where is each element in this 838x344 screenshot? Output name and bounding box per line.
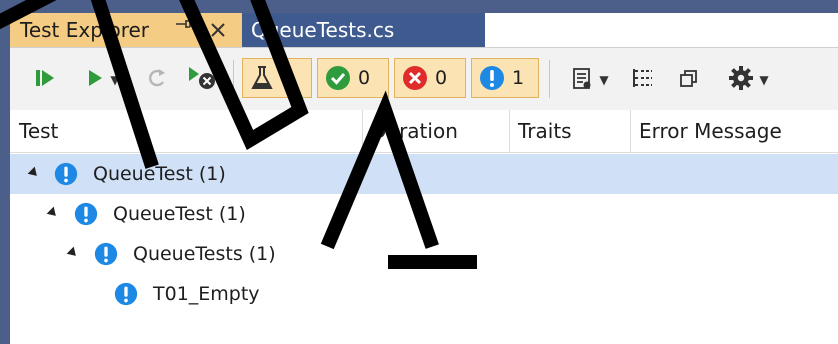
run-button[interactable]: ▼ (72, 48, 132, 111)
failed-tests-counter[interactable]: 0 (394, 58, 466, 98)
run-cancel-icon (186, 63, 218, 97)
tree-item-label: QueueTests (1) (133, 243, 276, 265)
not-run-tests-count: 1 (512, 67, 525, 89)
tab-test-explorer[interactable]: Test Explorer (10, 13, 242, 48)
tree-item[interactable]: QueueTests (1) (10, 234, 838, 274)
column-header-row: Test Duration Traits Error Message (10, 110, 838, 153)
expand-arrow-icon[interactable] (46, 206, 60, 220)
pin-icon[interactable] (174, 15, 192, 38)
collapse-all-button[interactable] (671, 48, 707, 111)
settings-button[interactable]: ▼ (715, 48, 781, 111)
column-header-error-message[interactable]: Error Message (630, 110, 838, 152)
toolbar-separator (549, 60, 550, 98)
toolbar-separator (233, 60, 234, 98)
chevron-down-icon[interactable]: ▼ (759, 73, 768, 87)
run-all-button[interactable] (28, 48, 62, 111)
gear-icon (727, 64, 755, 96)
left-frame-bar (0, 0, 10, 344)
group-by-button[interactable] (625, 48, 661, 111)
title-strip (0, 0, 838, 13)
info-circle-icon (93, 241, 119, 272)
expand-arrow-icon[interactable] (27, 166, 41, 180)
repeat-last-run-button[interactable] (140, 48, 174, 111)
chevron-down-icon[interactable]: ▼ (599, 73, 608, 87)
info-circle-icon (73, 201, 99, 232)
toolbar: ▼ 1 0 0 1 ▼ ▼ (10, 47, 838, 111)
passed-tests-count: 0 (358, 67, 371, 89)
not-run-tests-counter[interactable]: 1 (471, 58, 539, 98)
run-all-icon (32, 65, 58, 95)
playlist-icon (569, 65, 595, 95)
test-explorer-window: Test Explorer QueueTests.cs ▼ 1 0 0 1 ▼ … (0, 0, 838, 344)
error-circle-icon (401, 64, 429, 92)
column-header-duration[interactable]: Duration (362, 110, 509, 152)
test-tree: QueueTest (1) QueueTest (1) QueueTests (… (10, 152, 838, 344)
info-circle-icon (478, 64, 506, 92)
passed-tests-counter[interactable]: 0 (317, 58, 389, 98)
total-tests-count: 1 (281, 67, 294, 89)
cancel-run-button[interactable] (182, 48, 222, 111)
info-circle-icon (113, 281, 139, 312)
total-tests-counter[interactable]: 1 (242, 58, 312, 98)
tab-strip: Test Explorer QueueTests.cs (10, 13, 838, 48)
tree-item[interactable]: QueueTest (1) (10, 194, 838, 234)
run-icon (84, 65, 106, 95)
failed-tests-count: 0 (435, 67, 448, 89)
check-circle-icon (324, 64, 352, 92)
tree-item[interactable]: T01_Empty (10, 274, 838, 314)
expand-arrow-icon[interactable] (66, 246, 80, 260)
tree-item-label: T01_Empty (153, 283, 260, 305)
column-header-traits[interactable]: Traits (509, 110, 630, 152)
tab-queuetests-label: QueueTests.cs (251, 18, 395, 42)
hierarchy-icon (630, 65, 656, 95)
repeat-icon (144, 65, 170, 95)
copy-windows-icon (677, 66, 701, 94)
flask-icon (249, 64, 275, 92)
info-circle-icon (53, 161, 79, 192)
playlist-button[interactable]: ▼ (558, 48, 620, 111)
tab-test-explorer-label: Test Explorer (20, 18, 150, 42)
chevron-down-icon[interactable]: ▼ (110, 73, 119, 87)
tab-queuetests-cs[interactable]: QueueTests.cs (242, 13, 485, 47)
tree-item-label: QueueTest (1) (93, 163, 226, 185)
tree-item-label: QueueTest (1) (113, 203, 246, 225)
column-header-test[interactable]: Test (10, 110, 362, 152)
tree-item[interactable]: QueueTest (1) (10, 154, 838, 194)
